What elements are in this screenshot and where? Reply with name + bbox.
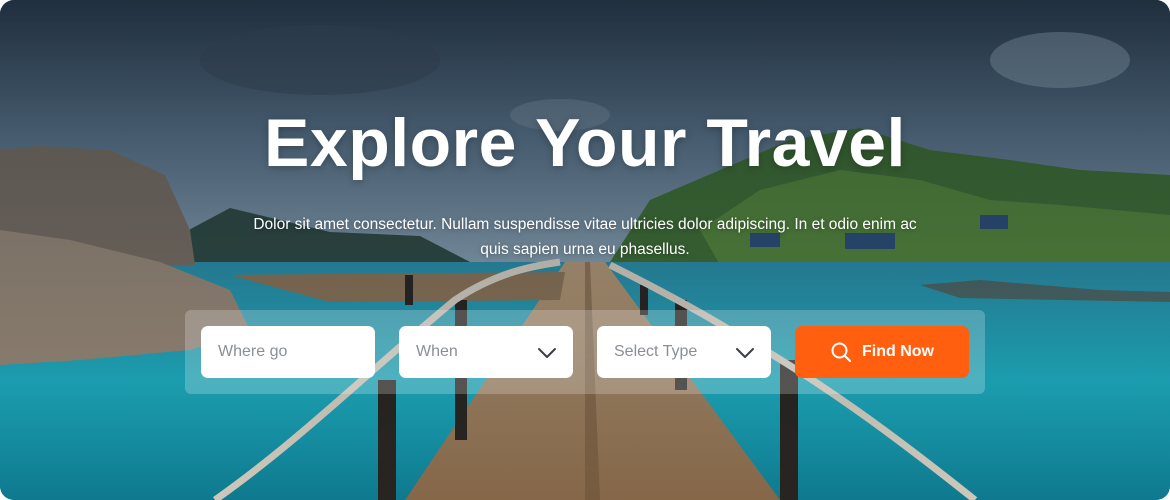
type-select-label: Select Type — [614, 343, 698, 360]
chevron-down-icon — [736, 348, 754, 358]
when-select-label: When — [416, 343, 458, 360]
where-field[interactable] — [201, 326, 375, 378]
type-select[interactable]: Select Type — [597, 326, 771, 378]
search-icon — [831, 342, 851, 362]
find-now-button[interactable]: Find Now — [795, 326, 969, 378]
where-input[interactable] — [218, 343, 358, 361]
find-now-label: Find Now — [862, 343, 934, 360]
hero-title: Explore Your Travel — [264, 105, 906, 181]
when-select[interactable]: When — [399, 326, 573, 378]
search-panel: When Select Type Find Now — [185, 310, 985, 394]
hero-section: Explore Your Travel Dolor sit amet conse… — [0, 0, 1170, 500]
chevron-down-icon — [538, 348, 556, 358]
hero-subtitle: Dolor sit amet consectetur. Nullam suspe… — [253, 216, 917, 258]
